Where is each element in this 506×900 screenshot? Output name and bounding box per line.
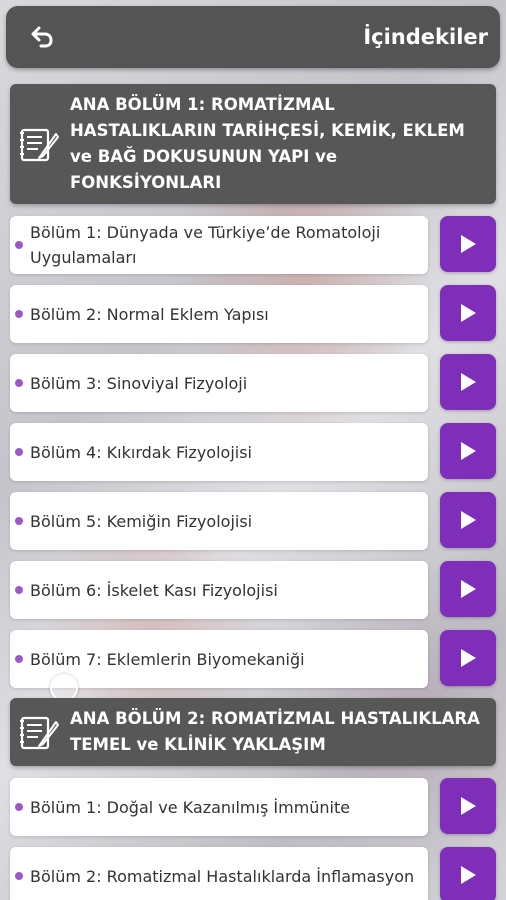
chapter-item-1-5[interactable]: Bölüm 5: Kemiğin Fizyolojisi [10,492,428,550]
chapter-label: Bölüm 1: Doğal ve Kazanılmış İmmünite [30,797,351,817]
chapter-item-2-1[interactable]: Bölüm 1: Doğal ve Kazanılmış İmmünite [10,778,428,836]
list-item: Bölüm 5: Kemiğin Fizyolojisi [10,492,496,550]
play-icon [461,649,476,667]
play-button[interactable] [440,423,496,479]
play-button[interactable] [440,847,496,900]
list-item: Bölüm 2: Romatizmal Hastalıklarda İnflam… [10,847,496,900]
bullet-icon [15,872,23,880]
play-icon [461,866,476,884]
page-title: İçindekiler [363,25,488,49]
play-icon [461,580,476,598]
bullet-icon [15,241,23,249]
chapter-item-1-6[interactable]: Bölüm 6: İskelet Kası Fizyolojisi [10,561,428,619]
chapter-label: Bölüm 4: Kıkırdak Fizyolojisi [30,442,252,462]
list-item: Bölüm 3: Sinoviyal Fizyoloji [10,354,496,412]
section-header-1: ANA BÖLÜM 1: ROMATİZMAL HASTALIKLARIN TA… [10,84,496,204]
list-item: Bölüm 4: Kıkırdak Fizyolojisi [10,423,496,481]
chapter-label: Bölüm 1: Dünyada ve Türkiye’de Romatoloj… [30,223,381,267]
back-arrow-icon[interactable] [28,22,58,52]
chapter-item-1-2[interactable]: Bölüm 2: Normal Eklem Yapısı [10,285,428,343]
chapter-label: Bölüm 5: Kemiğin Fizyolojisi [30,511,253,531]
top-bar: İçindekiler [6,6,500,68]
play-button[interactable] [440,492,496,548]
bullet-icon [15,803,23,811]
play-button[interactable] [440,561,496,617]
chapter-item-1-4[interactable]: Bölüm 4: Kıkırdak Fizyolojisi [10,423,428,481]
chapter-item-1-3[interactable]: Bölüm 3: Sinoviyal Fizyoloji [10,354,428,412]
list-item: Bölüm 2: Normal Eklem Yapısı [10,285,496,343]
chapter-label: Bölüm 7: Eklemlerin Biyomekaniği [30,649,305,669]
play-icon [461,797,476,815]
play-icon [461,511,476,529]
bullet-icon [15,517,23,525]
section-title: ANA BÖLÜM 1: ROMATİZMAL HASTALIKLARIN TA… [70,95,465,192]
bullet-icon [15,655,23,663]
list-item: Bölüm 7: Eklemlerin Biyomekaniği [10,630,496,688]
book-edit-icon [10,124,70,164]
play-button[interactable] [440,216,496,272]
chapter-label: Bölüm 3: Sinoviyal Fizyoloji [30,373,248,393]
section-header-2: ANA BÖLÜM 2: ROMATİZMAL HASTALIKLARA TEM… [10,698,496,766]
play-icon [461,235,476,253]
play-icon [461,304,476,322]
chapter-label: Bölüm 2: Romatizmal Hastalıklarda İnflam… [30,866,415,886]
section-title: ANA BÖLÜM 2: ROMATİZMAL HASTALIKLARA TEM… [70,709,480,754]
bullet-icon [15,310,23,318]
list-item: Bölüm 1: Dünyada ve Türkiye’de Romatoloj… [10,216,496,274]
bullet-icon [15,586,23,594]
list-item: Bölüm 1: Doğal ve Kazanılmış İmmünite [10,778,496,836]
play-button[interactable] [440,285,496,341]
chapter-label: Bölüm 2: Normal Eklem Yapısı [30,304,269,324]
chapter-label: Bölüm 6: İskelet Kası Fizyolojisi [30,580,278,600]
play-icon [461,373,476,391]
play-icon [461,442,476,460]
play-button[interactable] [440,354,496,410]
book-edit-icon [10,712,70,752]
bullet-icon [15,379,23,387]
list-item: Bölüm 6: İskelet Kası Fizyolojisi [10,561,496,619]
chapter-item-1-1[interactable]: Bölüm 1: Dünyada ve Türkiye’de Romatoloj… [10,216,428,274]
chapter-item-2-2[interactable]: Bölüm 2: Romatizmal Hastalıklarda İnflam… [10,847,428,900]
play-button[interactable] [440,630,496,686]
bullet-icon [15,448,23,456]
play-button[interactable] [440,778,496,834]
